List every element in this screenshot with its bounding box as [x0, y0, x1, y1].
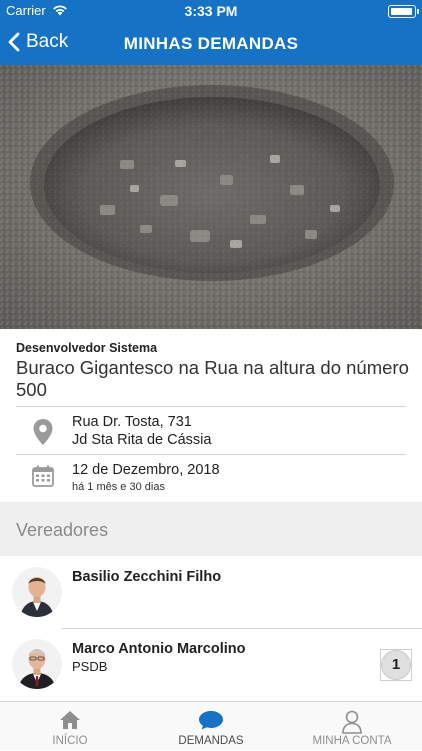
tab-label: DEMANDAS: [178, 735, 244, 747]
councilor-name: Basilio Zecchini Filho: [72, 569, 222, 585]
pothole-image: [0, 65, 422, 329]
avatar: [12, 639, 62, 689]
tab-demandas[interactable]: DEMANDAS: [140, 702, 282, 751]
tab-label: INÍCIO: [52, 735, 88, 747]
location-pin-icon: [33, 419, 53, 445]
demand-photo[interactable]: [0, 65, 422, 329]
clock: 3:33 PM: [184, 3, 238, 19]
avatar: [12, 567, 62, 617]
back-button[interactable]: Back: [8, 31, 68, 53]
demand-author: Desenvolvedor Sistema: [16, 341, 158, 355]
councilor-party: PSDB: [72, 659, 108, 674]
demand-date: 12 de Dezembro, 2018: [72, 462, 220, 478]
status-bar: Carrier 3:33 PM: [0, 0, 422, 22]
councilor-name: Marco Antonio Marcolino: [72, 641, 246, 657]
tab-bar: INÍCIO DEMANDAS MINHA CONTA: [0, 701, 422, 750]
tab-label: MINHA CONTA: [312, 735, 392, 747]
app-header: Carrier 3:33 PM Back MINHAS DEMANDAS: [0, 0, 422, 65]
address-line1: Rua Dr. Tosta, 731: [72, 414, 192, 430]
section-title: Vereadores: [16, 520, 109, 540]
battery-icon: [388, 5, 419, 18]
list-item[interactable]: Marco Antonio Marcolino PSDB 1: [0, 629, 422, 699]
address-line2: Jd Sta Rita de Cássia: [72, 432, 212, 448]
section-header: Vereadores: [0, 502, 422, 556]
count-badge: 1: [381, 650, 411, 680]
calendar-icon: [32, 465, 54, 487]
demand-elapsed: há 1 mês e 30 dias: [72, 481, 165, 493]
divider: [16, 454, 406, 455]
demand-title: Buraco Gigantesco na Rua na altura do nú…: [16, 357, 409, 400]
tab-minha-conta[interactable]: MINHA CONTA: [282, 702, 422, 751]
back-label: Back: [26, 31, 69, 52]
divider: [16, 406, 406, 407]
list-item[interactable]: Basilio Zecchini Filho: [0, 557, 422, 627]
navigation-bar: Back MINHAS DEMANDAS: [0, 22, 422, 65]
user-icon: [342, 710, 362, 734]
tab-inicio[interactable]: INÍCIO: [0, 702, 140, 751]
chevron-left-icon: [8, 32, 20, 52]
home-icon: [60, 711, 80, 729]
chat-bubble-icon: [199, 711, 223, 730]
